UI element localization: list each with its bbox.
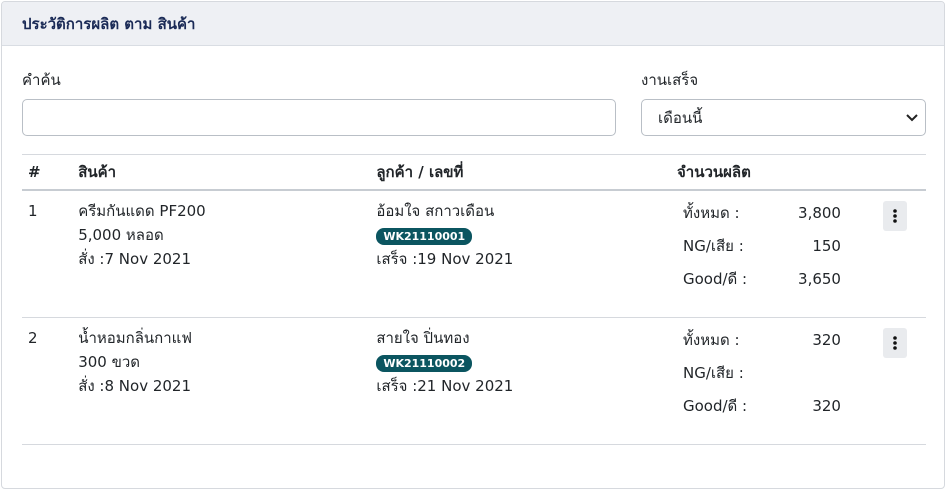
kebab-vertical-icon	[893, 209, 897, 223]
status-filter-label: งานเสร็จ	[641, 71, 699, 89]
good-value: 320	[812, 397, 841, 415]
row-index: 1	[22, 190, 73, 318]
status-filter-value: เดือนนี้	[658, 108, 703, 127]
product-qty: 5,000 หลอด	[78, 226, 164, 244]
work-number-badge: WK21110002	[376, 355, 473, 372]
column-actions	[875, 154, 926, 191]
product-qty: 300 ขวด	[78, 353, 141, 371]
order-date: สั่ง :8 Nov 2021	[78, 377, 192, 395]
good-label: Good/ดี :	[682, 397, 748, 415]
good-value: 3,650	[798, 270, 841, 288]
production-table: # สินค้า ลูกค้า / เลขที่ จำนวนผลิต 1 ครี…	[22, 154, 926, 445]
page-title: ประวัติการผลิต ตาม สินค้า	[22, 14, 196, 33]
customer-cell: สายใจ ปิ่นทอง WK21110002 เสร็จ :21 Nov 2…	[370, 317, 671, 445]
quantity-cell: ทั้งหมด : 3,800 NG/เสีย : 150 Good/ดี : …	[670, 190, 876, 318]
quantity-cell: ทั้งหมด : 320 NG/เสีย : Good/ดี : 320	[670, 317, 876, 445]
row-index: 2	[22, 317, 73, 445]
filter-bar: คำค้น งานเสร็จ เดือนนี้	[22, 68, 926, 138]
good-label: Good/ดี :	[682, 270, 748, 288]
column-quantity: จำนวนผลิต	[670, 154, 876, 191]
column-product: สินค้า	[72, 154, 371, 191]
table-row: 2 น้ำหอมกลิ่นกาแฟ 300 ขวด สั่ง :8 Nov 20…	[22, 317, 926, 445]
work-number-badge: WK21110001	[376, 228, 473, 245]
card-header: ประวัติการผลิต ตาม สินค้า	[2, 2, 944, 46]
table-header-row: # สินค้า ลูกค้า / เลขที่ จำนวนผลิต	[22, 154, 926, 191]
column-customer: ลูกค้า / เลขที่	[370, 154, 671, 191]
customer-name: อ้อมใจ สกาวเดือน	[376, 202, 495, 220]
ng-label: NG/เสีย :	[682, 364, 744, 382]
ng-value: 150	[812, 237, 841, 255]
done-date: เสร็จ :21 Nov 2021	[376, 377, 514, 395]
product-name: น้ำหอมกลิ่นกาแฟ	[78, 329, 192, 347]
row-menu-button[interactable]	[883, 328, 908, 358]
customer-name: สายใจ ปิ่นทอง	[376, 329, 470, 347]
order-date: สั่ง :7 Nov 2021	[78, 250, 192, 268]
ng-label: NG/เสีย :	[682, 237, 744, 255]
kebab-vertical-icon	[893, 336, 897, 350]
chevron-down-icon	[906, 114, 918, 122]
total-value: 320	[812, 331, 841, 349]
table-row: 1 ครีมกันแดด PF200 5,000 หลอด สั่ง :7 No…	[22, 190, 926, 318]
product-cell: น้ำหอมกลิ่นกาแฟ 300 ขวด สั่ง :8 Nov 2021	[72, 317, 371, 445]
done-date: เสร็จ :19 Nov 2021	[376, 250, 514, 268]
ng-value	[763, 361, 841, 385]
actions-cell	[875, 317, 926, 445]
history-card: ประวัติการผลิต ตาม สินค้า คำค้น งานเสร็จ…	[1, 1, 945, 489]
column-index: #	[22, 154, 73, 191]
customer-cell: อ้อมใจ สกาวเดือน WK21110001 เสร็จ :19 No…	[370, 190, 671, 318]
search-input[interactable]	[22, 99, 616, 136]
actions-cell	[875, 190, 926, 318]
total-label: ทั้งหมด :	[682, 331, 740, 349]
product-cell: ครีมกันแดด PF200 5,000 หลอด สั่ง :7 Nov …	[72, 190, 371, 318]
row-menu-button[interactable]	[883, 201, 908, 231]
product-name: ครีมกันแดด PF200	[78, 202, 206, 220]
search-label: คำค้น	[22, 71, 61, 89]
total-value: 3,800	[798, 204, 841, 222]
status-filter-select[interactable]: เดือนนี้	[641, 99, 926, 136]
total-label: ทั้งหมด :	[682, 204, 740, 222]
